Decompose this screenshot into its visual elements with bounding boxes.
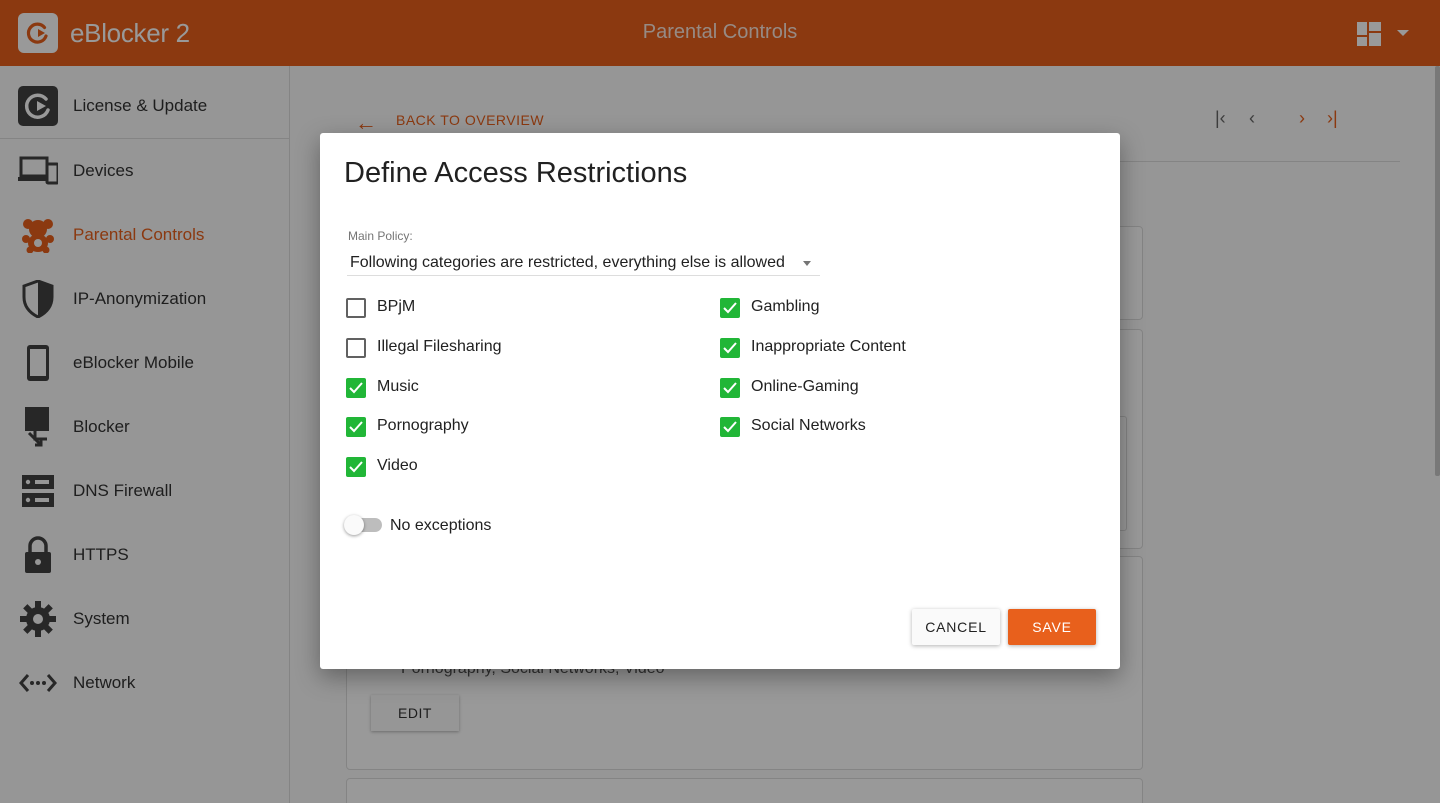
checkbox-box[interactable] [346, 298, 366, 318]
checkbox-box[interactable] [346, 457, 366, 477]
checkbox-box[interactable] [346, 417, 366, 437]
main-policy-label: Main Policy: [348, 229, 413, 243]
checkbox-box[interactable] [346, 378, 366, 398]
dialog-title: Define Access Restrictions [344, 157, 688, 189]
dropdown-arrow-icon [803, 261, 811, 266]
checkmark-icon [723, 421, 737, 433]
access-restrictions-dialog: Define Access Restrictions Main Policy: … [320, 133, 1120, 669]
checkmark-icon [723, 302, 737, 314]
checkmark-icon [349, 421, 363, 433]
checkmark-icon [349, 382, 363, 394]
checkbox-label: Online-Gaming [751, 378, 859, 395]
checkbox-label: Social Networks [751, 417, 866, 434]
main-policy-value: Following categories are restricted, eve… [350, 254, 785, 271]
exceptions-label: No exceptions [390, 517, 492, 534]
checkbox-box[interactable] [720, 298, 740, 318]
checkbox-box[interactable] [346, 338, 366, 358]
exceptions-toggle[interactable] [344, 515, 382, 535]
checkbox-label: Inappropriate Content [751, 338, 906, 355]
checkmark-icon [723, 342, 737, 354]
toggle-thumb[interactable] [344, 515, 364, 535]
checkbox-box[interactable] [720, 417, 740, 437]
checkmark-icon [723, 382, 737, 394]
save-button[interactable]: SAVE [1008, 609, 1096, 645]
checkmark-icon [349, 461, 363, 473]
checkbox-label: Illegal Filesharing [377, 338, 502, 355]
checkbox-label: Music [377, 378, 419, 395]
checkbox-box[interactable] [720, 378, 740, 398]
checkbox-box[interactable] [720, 338, 740, 358]
checkbox-label: Pornography [377, 417, 469, 434]
checkbox-label: Gambling [751, 298, 820, 315]
checkbox-label: BPjM [377, 298, 416, 315]
checkbox-label: Video [377, 457, 418, 474]
cancel-button[interactable]: CANCEL [912, 609, 1000, 645]
main-policy-select[interactable]: Following categories are restricted, eve… [347, 249, 820, 276]
